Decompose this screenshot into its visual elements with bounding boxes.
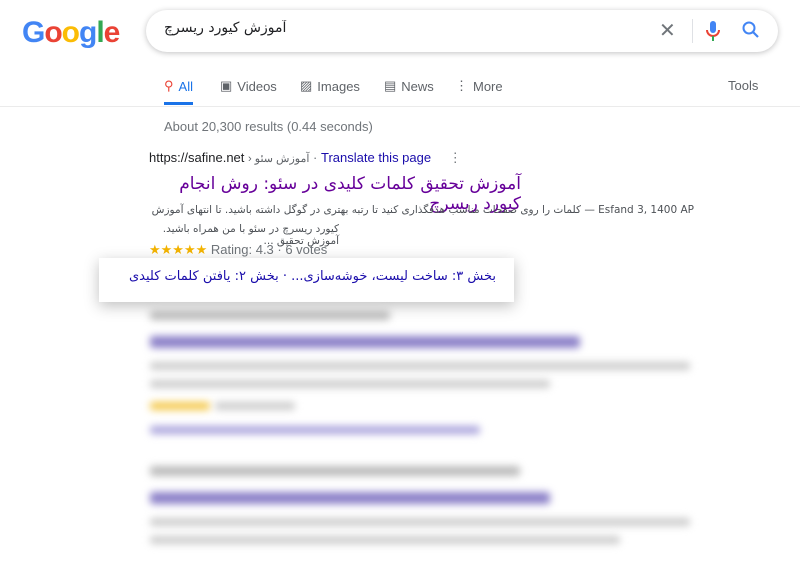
blurred-result [150, 402, 210, 410]
tab-label: News [401, 78, 434, 94]
blurred-result [215, 402, 295, 410]
blurred-result [150, 466, 520, 476]
play-icon: ▣ [220, 78, 233, 93]
sitelinks-popup[interactable]: بخش ۳: ساخت لیست، خوشه‌سازی... · بخش ۲: … [99, 258, 514, 302]
tab-news[interactable]: ▤ News [384, 78, 434, 94]
rating-text: Rating: 4.3 · 6 votes [210, 242, 328, 257]
divider [692, 19, 693, 43]
result-stats: About 20,300 results (0.44 seconds) [164, 119, 373, 134]
blurred-result [150, 310, 390, 320]
tools-label: Tools [728, 78, 759, 93]
tab-videos[interactable]: ▣ Videos [220, 78, 277, 94]
google-logo[interactable]: Google [22, 16, 120, 50]
more-vert-icon: ⋮ [455, 78, 468, 93]
blurred-result [150, 536, 620, 544]
tab-label: More [473, 78, 503, 94]
image-icon: ▨ [300, 78, 313, 93]
search-icon[interactable] [741, 20, 761, 45]
tab-images[interactable]: ▨ Images [300, 78, 360, 94]
tab-label: Images [317, 78, 360, 94]
separator: · [313, 150, 318, 165]
tab-all[interactable]: ⚲ All [164, 78, 193, 105]
result-rating: ★★★★★ Rating: 4.3 · 6 votes [149, 242, 327, 258]
tools-button[interactable]: Tools [728, 78, 758, 93]
result-domain[interactable]: https://safine.net [149, 150, 244, 165]
search-box: ✕ [146, 10, 778, 52]
mic-icon[interactable] [706, 20, 720, 47]
close-icon[interactable]: ✕ [659, 20, 676, 42]
result-snippet-line1: Esfand 3, 1400 AP — کلمات را روی صفحات م… [151, 204, 694, 216]
translate-link[interactable]: Translate this page [321, 150, 431, 165]
tab-more[interactable]: ⋮ More [455, 78, 503, 94]
blurred-result [150, 380, 550, 388]
more-options-icon[interactable]: ⋮ [449, 150, 462, 165]
result-breadcrumb: › آموزش سئو [248, 153, 310, 165]
result-url: https://safine.net › آموزش سئو · Transla… [149, 150, 462, 166]
search-icon: ⚲ [164, 78, 174, 93]
blurred-result [150, 362, 690, 370]
blurred-result [150, 426, 480, 434]
tab-label: Videos [237, 78, 277, 94]
search-input[interactable] [164, 20, 314, 36]
blurred-result [150, 518, 690, 526]
divider [0, 106, 800, 107]
news-icon: ▤ [384, 78, 397, 93]
star-rating-icon: ★★★★★ [149, 242, 208, 257]
tab-label: All [178, 78, 193, 94]
blurred-result [150, 492, 550, 504]
blurred-result [150, 336, 580, 348]
search-tabs: ⚲ All ▣ Videos ▨ Images ▤ News ⋮ More Tools [164, 78, 800, 106]
